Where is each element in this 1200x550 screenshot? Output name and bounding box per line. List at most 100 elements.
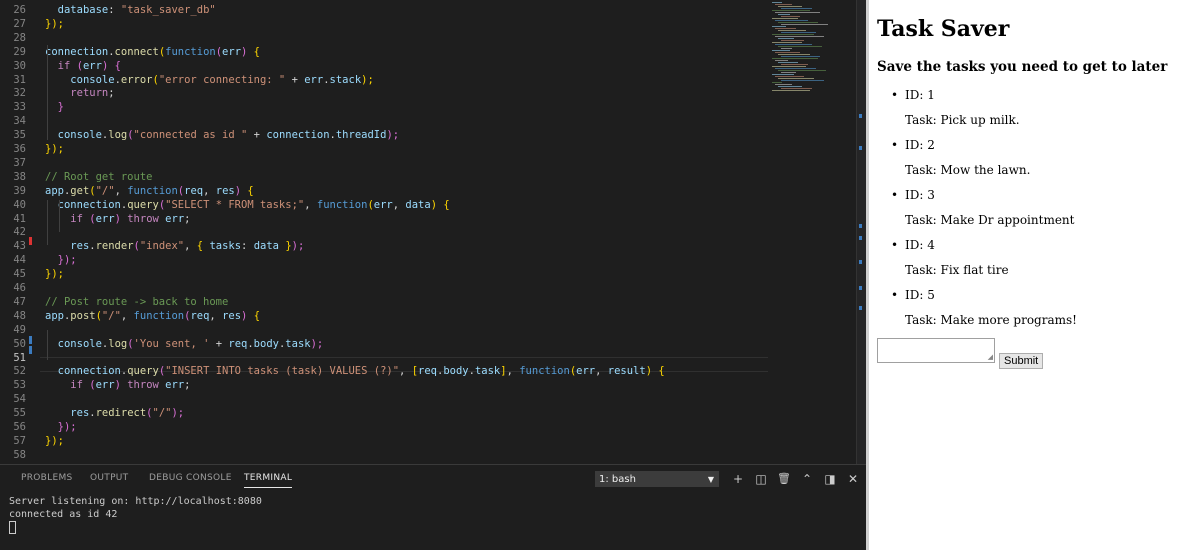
code-line[interactable]: 34 [0,114,770,128]
gutter-change-marker [29,346,32,354]
line-number: 45 [13,268,26,281]
code-line[interactable]: 42 [0,225,770,239]
minimap-line [781,24,828,25]
editor-pane[interactable]: 26 database: "task_saver_db" 27}); 28 29 con… [0,0,866,550]
code-text: if (err) throw err; [70,212,191,225]
minimap-line [775,76,804,77]
code-text: database: "task_saver_db" [57,4,216,16]
code-line[interactable]: 52 connection.query("INSERT INTO tasks (… [0,364,770,378]
terminal-select[interactable]: 1: bash ▼ [595,471,719,487]
line-number: 54 [13,393,26,406]
list-item: ID: 3 Task: Make Dr appointment [877,188,1187,238]
code-line[interactable]: 33 } [0,100,770,114]
code-line[interactable]: 54 [0,392,770,406]
code-line[interactable]: 41 if (err) throw err; [0,212,770,226]
code-line[interactable]: 47 // Post route -> back to home [0,295,770,309]
scrollbar-marker [859,260,862,264]
minimap-line [778,46,822,47]
code-line[interactable]: 48 app.post("/", function(req, res) { [0,309,770,323]
line-number: 34 [13,115,26,128]
tab-terminal[interactable]: TERMINAL [244,473,293,488]
line-number: 35 [13,129,26,142]
code-line[interactable]: 27}); [0,17,770,31]
minimap[interactable] [768,0,858,464]
code-line[interactable]: 46 [0,281,770,295]
minimap-line [781,88,812,89]
line-number: 43 [13,240,26,253]
code-line[interactable]: 43 res.render("index", { tasks: data }); [0,239,770,253]
code-line[interactable]: 50 console.log('You sent, ' + req.body.t… [0,337,770,351]
code-line[interactable]: 30 if (err) { [0,59,770,73]
task-text: Task: Make more programs! [905,313,1077,327]
task-text: Task: Fix flat tire [905,263,1009,277]
code-line[interactable]: 53 if (err) throw err; [0,378,770,392]
line-number: 51 [13,351,26,364]
plus-icon[interactable]: + [731,471,745,487]
trash-icon[interactable]: 🗑 [777,471,791,487]
task-textarea[interactable]: ◢ [877,338,995,363]
minimap-line [781,16,800,17]
code-line[interactable]: 40 connection.query("SELECT * FROM tasks… [0,198,770,212]
tab-problems[interactable]: PROBLEMS [21,473,73,483]
line-number: 49 [13,323,26,336]
line-number: 41 [13,212,26,225]
code-line[interactable]: 31 console.error("error connecting: " + … [0,73,770,87]
code-text: connection.query("INSERT INTO tasks (tas… [57,365,665,378]
code-text: console.log("connected as id " + connect… [57,129,400,142]
list-item: ID: 5 Task: Make more programs! [877,288,1187,338]
code-text: console.error("error connecting: " + err… [70,73,374,86]
minimap-line [772,10,810,11]
resize-grip-icon[interactable]: ◢ [988,353,993,361]
terminal-line: Server listening on: http://localhost:80… [9,496,262,507]
terminal-select-value: 1: bash [599,474,636,485]
indent-guide [47,200,48,245]
scrollbar-marker [859,236,862,240]
chevron-up-icon[interactable]: ⌃ [800,471,814,487]
minimap-line [778,86,802,87]
split-terminal-icon[interactable]: ◫ [754,471,768,487]
code-line[interactable]: 58 [0,448,770,462]
code-text: }); [45,17,64,30]
code-line[interactable]: 36}); [0,142,770,156]
line-number: 50 [13,337,26,350]
code-line[interactable]: 39 app.get("/", function(req, res) { [0,184,770,198]
code-line[interactable]: 57}); [0,434,770,448]
minimap-line [778,22,818,23]
tab-output[interactable]: OUTPUT [90,473,128,483]
code-line[interactable]: 35 console.log("connected as id " + conn… [0,128,770,142]
editor-scrollbar[interactable] [856,0,866,464]
minimap-line [772,74,794,75]
code-line[interactable]: 56 }); [0,420,770,434]
code-line[interactable]: 44 }); [0,253,770,267]
code-line[interactable]: 51 [0,351,770,365]
close-icon[interactable]: ✕ [846,471,860,487]
code-line[interactable]: 55 res.redirect("/"); [0,406,770,420]
code-line[interactable]: 26 database: "task_saver_db" [0,3,770,17]
code-line[interactable]: 28 [0,31,770,45]
code-line[interactable]: 45}); [0,267,770,281]
submit-button[interactable]: Submit [999,353,1044,369]
code-line[interactable]: 37 [0,156,770,170]
tab-debug-console[interactable]: DEBUG CONSOLE [149,473,232,483]
maximize-panel-icon[interactable]: ◨ [823,471,837,487]
line-number: 38 [13,170,26,183]
task-list: ID: 1 Task: Pick up milk. ID: 2 Task: Mo… [877,88,1187,338]
minimap-line [772,26,786,27]
minimap-line [775,60,788,61]
code-line[interactable]: 32 return; [0,86,770,100]
minimap-line [775,44,812,45]
line-number: 32 [13,87,26,100]
code-line[interactable]: 29 connection.connect(function(err) { [0,45,770,59]
code-editor[interactable]: 26 database: "task_saver_db" 27}); 28 29 con… [0,0,866,464]
code-text: // Post route -> back to home [45,295,229,308]
code-line[interactable]: 38 // Root get route [0,170,770,184]
minimap-line [775,36,824,37]
minimap-line [775,12,820,13]
code-line[interactable]: 49 [0,323,770,337]
code-text: }); [57,254,77,267]
terminal-output[interactable]: Server listening on: http://localhost:80… [9,495,262,536]
code-text: if (err) throw err; [70,379,191,392]
panel-tabs: PROBLEMS OUTPUT DEBUG CONSOLE TERMINAL 1… [0,465,866,491]
minimap-line [778,14,790,15]
minimap-line [778,30,806,31]
